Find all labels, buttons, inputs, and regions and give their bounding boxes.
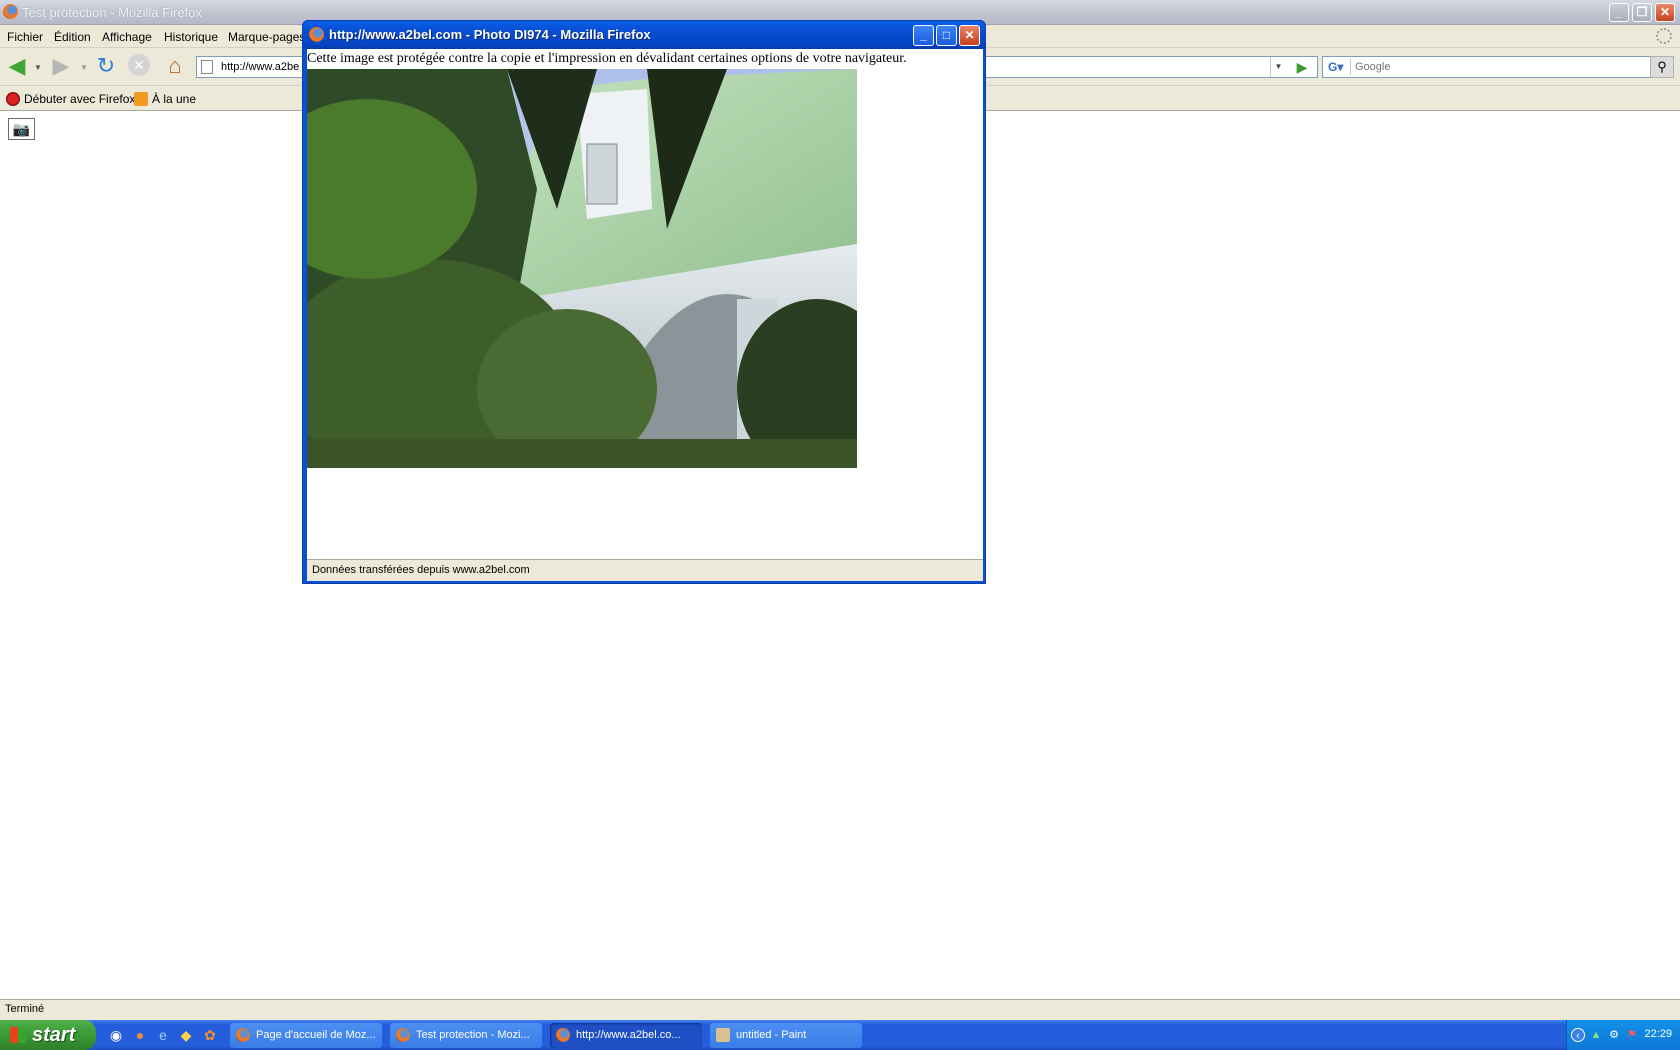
tray-network-icon[interactable]: ▲ <box>1589 1028 1603 1042</box>
taskbar-item-a2bel-popup[interactable]: http://www.a2bel.co... <box>550 1023 702 1048</box>
stop-icon[interactable]: ✕ <box>128 54 150 76</box>
url-text[interactable]: http://www.a2be <box>221 61 299 73</box>
tray-settings-icon[interactable]: ⚙ <box>1607 1028 1621 1042</box>
popup-window[interactable]: http://www.a2bel.com - Photo DI974 - Moz… <box>302 20 986 584</box>
google-engine-icon[interactable]: G▾ <box>1325 59 1351 75</box>
house-photo[interactable] <box>307 69 857 468</box>
search-input[interactable] <box>1355 59 1615 75</box>
url-dropdown-icon[interactable]: ▼ <box>1270 57 1286 77</box>
throbber-icon <box>1656 28 1672 44</box>
quicklaunch-firefox-icon[interactable]: ● <box>132 1027 148 1043</box>
forward-arrow-icon[interactable]: ▶ <box>48 53 74 79</box>
bookmark-debuter-firefox[interactable]: Débuter avec Firefox <box>6 92 135 106</box>
taskbar-item-paint[interactable]: untitled - Paint <box>710 1023 862 1048</box>
firefox-icon <box>3 4 18 19</box>
popup-status-text: Données transférées depuis www.a2bel.com <box>312 564 530 576</box>
popup-titlebar[interactable]: http://www.a2bel.com - Photo DI974 - Moz… <box>303 21 985 49</box>
firefox-bookmark-icon <box>6 92 20 106</box>
bookmark-a-la-une[interactable]: À la une <box>134 92 196 106</box>
firefox-icon <box>556 1028 570 1042</box>
back-arrow-icon[interactable]: ◀ <box>4 53 30 79</box>
windows-logo-icon <box>10 1027 26 1043</box>
search-icon[interactable]: ⚲ <box>1650 56 1674 78</box>
close-button[interactable]: ✕ <box>1655 3 1675 22</box>
taskbar: start ◉ ● e ◆ ✿ Page d'accueil de Moz...… <box>0 1020 1680 1050</box>
page-icon <box>201 60 213 74</box>
taskbar-item-test-protection[interactable]: Test protection - Mozi... <box>390 1023 542 1048</box>
tray-security-icon[interactable]: ⚑ <box>1625 1028 1639 1042</box>
menu-marque-pages[interactable]: Marque-pages <box>228 30 305 44</box>
reload-icon[interactable]: ↻ <box>93 53 119 79</box>
popup-maximize-button[interactable]: □ <box>936 25 957 46</box>
clock[interactable]: 22:29 <box>1644 1028 1672 1040</box>
taskbar-item-label: untitled - Paint <box>736 1029 807 1041</box>
popup-minimize-button[interactable]: _ <box>913 25 934 46</box>
quicklaunch-app-icon[interactable]: ✿ <box>202 1027 218 1043</box>
popup-title: http://www.a2bel.com - Photo DI974 - Moz… <box>329 27 651 42</box>
status-bar: Terminé <box>0 999 1680 1020</box>
camera-icon[interactable]: 📷 <box>8 118 35 140</box>
quicklaunch-media-icon[interactable]: ◆ <box>178 1027 194 1043</box>
bookmark-label: Débuter avec Firefox <box>24 92 136 106</box>
search-box[interactable]: G▾ <box>1322 56 1652 78</box>
taskbar-item-label: Page d'accueil de Moz... <box>256 1029 376 1041</box>
menu-fichier[interactable]: Fichier <box>7 30 43 44</box>
quicklaunch-ie-icon[interactable]: e <box>155 1027 171 1043</box>
house-photo-image <box>307 69 857 468</box>
tray-expand-icon[interactable]: ‹ <box>1571 1028 1585 1042</box>
minimize-button[interactable]: _ <box>1609 3 1629 22</box>
firefox-icon <box>309 27 324 42</box>
bookmark-label: À la une <box>152 92 197 106</box>
back-dropdown-icon[interactable]: ▼ <box>34 63 42 72</box>
home-icon[interactable]: ⌂ <box>162 53 188 79</box>
firefox-icon <box>236 1028 250 1042</box>
taskbar-item-label: Test protection - Mozi... <box>416 1029 530 1041</box>
taskbar-item-page-accueil[interactable]: Page d'accueil de Moz... <box>230 1023 382 1048</box>
popup-close-button[interactable]: ✕ <box>959 25 980 46</box>
system-tray: ‹ ▲ ⚙ ⚑ 22:29 <box>1566 1020 1680 1050</box>
restore-button[interactable]: ❐ <box>1632 3 1652 22</box>
main-window-title: Test protection - Mozilla Firefox <box>22 5 202 20</box>
start-label: start <box>32 1024 76 1046</box>
menu-edition[interactable]: Édition <box>54 30 91 44</box>
go-arrow-icon[interactable]: ▶ <box>1292 56 1312 78</box>
status-text: Terminé <box>5 1003 45 1015</box>
firefox-icon <box>396 1028 410 1042</box>
popup-status-bar: Données transférées depuis www.a2bel.com <box>307 559 983 581</box>
menu-historique[interactable]: Historique <box>164 30 218 44</box>
rss-icon <box>134 92 148 106</box>
forward-dropdown-icon[interactable]: ▼ <box>80 63 88 72</box>
start-button[interactable]: start <box>0 1020 96 1050</box>
quicklaunch-browser-icon[interactable]: ◉ <box>108 1027 124 1043</box>
menu-affichage[interactable]: Affichage <box>102 30 152 44</box>
protection-message: Cette image est protégée contre la copie… <box>307 51 907 66</box>
paint-icon <box>716 1028 730 1042</box>
taskbar-item-label: http://www.a2bel.co... <box>576 1029 681 1041</box>
popup-content: Cette image est protégée contre la copie… <box>307 49 983 559</box>
